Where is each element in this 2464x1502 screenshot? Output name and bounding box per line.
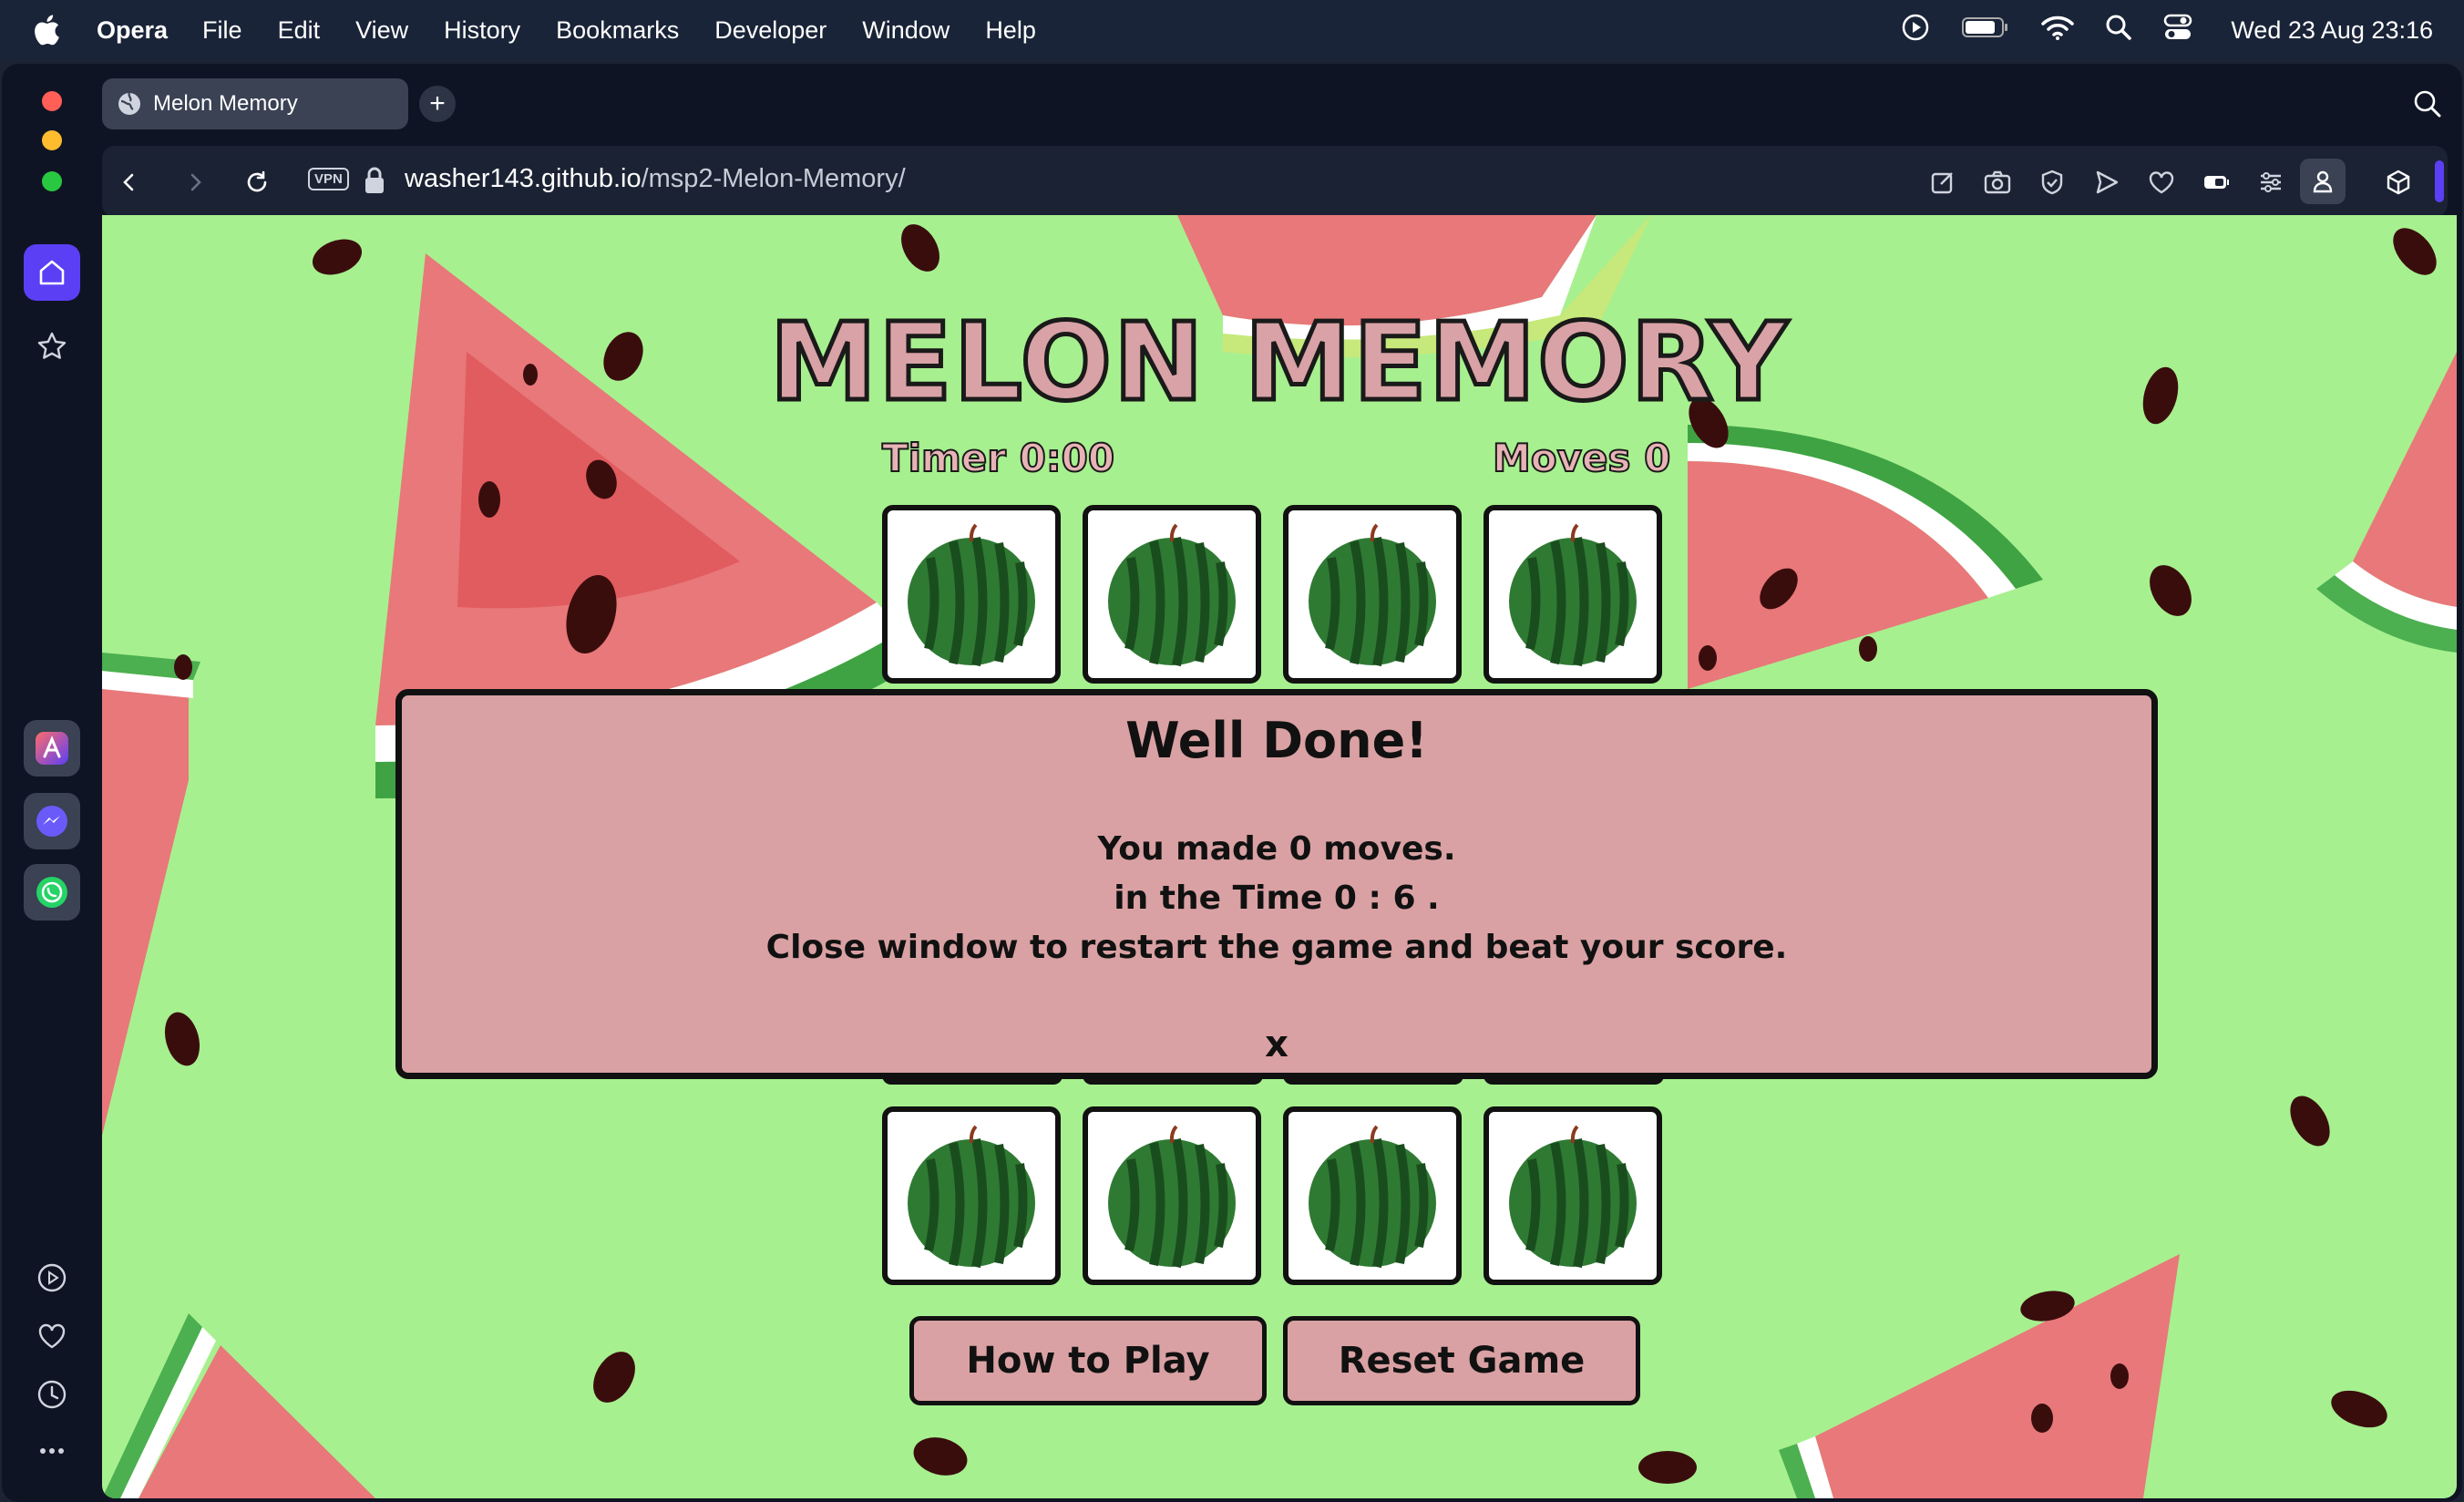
messenger-icon [36, 806, 67, 837]
menu-window[interactable]: Window [862, 16, 950, 45]
memory-card[interactable] [882, 1106, 1061, 1285]
watermelon-icon [1108, 1125, 1236, 1269]
window-close-button[interactable] [42, 91, 62, 111]
menu-app-opera[interactable]: Opera [97, 16, 168, 45]
url-field[interactable]: washer143.github.io/msp2-Melon-Memory/ [405, 164, 906, 194]
edit-icon[interactable] [1925, 164, 1961, 201]
url-path: /msp2-Melon-Memory/ [641, 164, 906, 193]
lock-icon[interactable] [363, 166, 386, 200]
heart-icon [38, 1323, 66, 1349]
memory-card[interactable] [1283, 1106, 1462, 1285]
modal-restart-line: Close window to restart the game and bea… [765, 929, 1788, 966]
new-tab-button[interactable]: + [419, 86, 456, 122]
chevron-left-icon [123, 173, 134, 191]
aria-ai-icon [36, 732, 68, 765]
menu-help[interactable]: Help [985, 16, 1036, 45]
watermelon-icon [1108, 523, 1236, 667]
menu-developer[interactable]: Developer [714, 16, 826, 45]
easy-setup-icon[interactable] [2253, 164, 2289, 201]
tab-melon-memory[interactable]: Melon Memory [102, 78, 408, 129]
forward-button[interactable] [177, 164, 213, 201]
menu-view[interactable]: View [355, 16, 408, 45]
watermelon-icon [1509, 523, 1637, 667]
address-bar: VPN washer143.github.io/msp2-Melon-Memor… [102, 146, 2448, 217]
menubar-clock[interactable]: Wed 23 Aug 23:16 [2231, 16, 2433, 45]
extensions-cube-icon[interactable] [2380, 164, 2417, 201]
modal-close-button[interactable]: x [402, 1024, 2151, 1065]
url-host: washer143.github.io [405, 164, 642, 193]
sidebar-accent-bar [2435, 160, 2444, 202]
memory-card[interactable] [1083, 1106, 1261, 1285]
memory-card[interactable] [882, 505, 1061, 684]
tab-search-icon[interactable] [2413, 89, 2442, 123]
modal-title: Well Done! [1125, 712, 1428, 769]
how-to-play-button[interactable]: How to Play [909, 1316, 1267, 1405]
send-icon[interactable] [2089, 164, 2125, 201]
camera-icon[interactable] [1979, 164, 2016, 201]
menu-file[interactable]: File [202, 16, 242, 45]
reset-game-button[interactable]: Reset Game [1283, 1316, 1640, 1405]
watermelon-icon [1509, 1125, 1637, 1269]
whatsapp-icon [36, 877, 67, 908]
sidebar-aria-button[interactable] [24, 720, 80, 777]
watermelon-icon [908, 1125, 1035, 1269]
home-icon [39, 260, 65, 285]
well-done-modal: Well Done! You made 0 moves. in the Time… [395, 689, 2158, 1079]
control-center-icon[interactable] [2163, 14, 2192, 47]
web-page: MELON MEMORY Timer 0:00 Moves 0 How to P… [102, 215, 2457, 1498]
memory-card[interactable] [1083, 505, 1261, 684]
sidebar-whatsapp-button[interactable] [24, 864, 80, 921]
wifi-icon[interactable] [2041, 15, 2075, 46]
window-zoom-button[interactable] [42, 171, 62, 191]
back-button[interactable] [111, 164, 148, 201]
music-player-icon [37, 1263, 67, 1292]
play-circle-icon[interactable] [1901, 13, 1930, 48]
opera-sidebar [2, 64, 100, 1502]
sidebar-more-button[interactable] [34, 1433, 70, 1469]
memory-card[interactable] [1283, 505, 1462, 684]
menu-edit[interactable]: Edit [278, 16, 321, 45]
spotlight-search-icon[interactable] [2105, 14, 2132, 47]
moves-counter: Moves 0 [1492, 435, 1671, 481]
watermelon-icon [1309, 1125, 1436, 1269]
chevron-right-icon [190, 173, 201, 191]
sidebar-history-button[interactable] [34, 1376, 70, 1413]
sidebar-pinboard-button[interactable] [34, 1318, 70, 1354]
sidebar-bookmarks-button[interactable] [34, 328, 70, 365]
game-title: MELON MEMORY [767, 297, 1790, 427]
menu-history[interactable]: History [444, 16, 520, 45]
star-icon [37, 332, 67, 359]
apple-menu-icon[interactable] [33, 15, 69, 46]
tab-title: Melon Memory [153, 91, 298, 116]
window-minimize-button[interactable] [42, 130, 62, 150]
sidebar-player-button[interactable] [34, 1260, 70, 1296]
vpn-badge[interactable]: VPN [308, 168, 349, 190]
more-dots-icon [40, 1448, 64, 1454]
globe-icon [117, 91, 142, 117]
modal-time-line: in the Time 0 : 6 . [1114, 880, 1440, 917]
profile-icon[interactable] [2300, 159, 2346, 204]
sidebar-messenger-button[interactable] [24, 793, 80, 849]
battery-icon[interactable] [1961, 15, 2010, 46]
memory-card[interactable] [1484, 1106, 1662, 1285]
macos-menubar: Opera File Edit View History Bookmarks D… [0, 0, 2464, 60]
watermelon-icon [908, 523, 1035, 667]
memory-card[interactable] [1484, 505, 1662, 684]
menu-bookmarks[interactable]: Bookmarks [556, 16, 679, 45]
modal-moves-line: You made 0 moves. [1097, 830, 1456, 868]
reload-button[interactable] [239, 164, 275, 201]
shield-icon[interactable] [2034, 164, 2070, 201]
timer-display: Timer 0:00 [881, 435, 1115, 481]
watermelon-icon [1309, 523, 1436, 667]
reload-icon [247, 170, 267, 192]
clock-icon [37, 1380, 67, 1409]
heart-icon[interactable] [2143, 164, 2180, 201]
sidebar-home-button[interactable] [24, 244, 80, 301]
battery-saver-icon[interactable] [2198, 164, 2234, 201]
